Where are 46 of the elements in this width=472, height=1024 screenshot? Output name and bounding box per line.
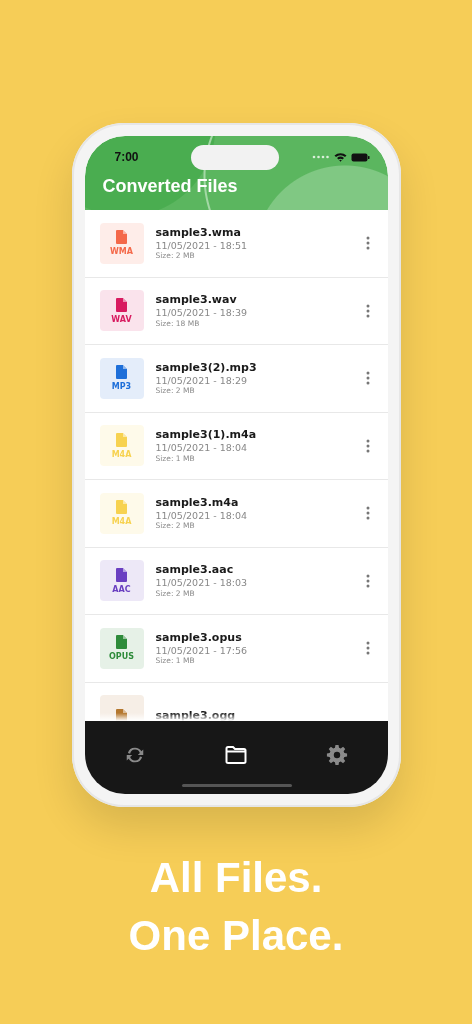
more-options-icon[interactable] bbox=[365, 438, 370, 453]
document-icon bbox=[116, 230, 127, 245]
document-icon bbox=[116, 567, 127, 582]
file-name: sample3(1).m4a bbox=[155, 428, 258, 442]
wifi-icon bbox=[333, 152, 347, 162]
more-options-icon[interactable] bbox=[365, 371, 370, 386]
document-icon bbox=[116, 365, 127, 380]
file-name: sample3.m4a bbox=[155, 495, 240, 510]
battery-icon bbox=[350, 152, 370, 162]
folder-icon[interactable] bbox=[225, 745, 247, 764]
format-label: OPUS bbox=[109, 652, 134, 662]
file-date: 11/05/2021 - 17:56 bbox=[155, 644, 249, 657]
format-label: WAV bbox=[111, 314, 132, 324]
file-date: 11/05/2021 - 18:39 bbox=[155, 307, 249, 319]
document-icon bbox=[116, 297, 127, 312]
file-date: 11/05/2021 - 18:51 bbox=[155, 239, 249, 252]
document-icon bbox=[116, 432, 127, 447]
file-name: sample3.wma bbox=[155, 225, 242, 240]
file-date: 11/05/2021 - 18:03 bbox=[155, 577, 249, 589]
more-options-icon[interactable] bbox=[365, 303, 370, 318]
format-label: M4A bbox=[111, 449, 132, 459]
more-options-icon[interactable] bbox=[365, 236, 370, 251]
format-label: M4A bbox=[111, 517, 132, 527]
more-options-icon[interactable] bbox=[365, 641, 370, 656]
headline-text: One Place. bbox=[128, 911, 344, 961]
status-time: 7:00 bbox=[114, 150, 139, 164]
format-label: MP3 bbox=[111, 382, 132, 392]
format-label: WMA bbox=[110, 247, 133, 257]
file-name: sample3(2).mp3 bbox=[155, 360, 258, 375]
document-icon bbox=[116, 635, 127, 650]
more-options-icon[interactable] bbox=[365, 506, 370, 521]
file-name: sample3.opus bbox=[155, 630, 243, 645]
more-options-icon[interactable] bbox=[365, 573, 370, 588]
screen-title: Converted Files bbox=[102, 176, 239, 197]
file-date: 11/05/2021 - 18:04 bbox=[155, 509, 249, 522]
headline-text: All Files. bbox=[149, 853, 323, 903]
file-name: sample3.wav bbox=[155, 293, 238, 307]
format-label: AAC bbox=[112, 584, 131, 594]
document-icon bbox=[116, 708, 127, 721]
signal-icon bbox=[311, 155, 330, 159]
file-date: 11/05/2021 - 18:04 bbox=[155, 442, 249, 454]
settings-icon[interactable] bbox=[326, 743, 348, 766]
file-name: sample3.ogg bbox=[155, 708, 237, 721]
file-date: 11/05/2021 - 18:29 bbox=[155, 374, 249, 387]
document-icon bbox=[116, 500, 127, 515]
file-name: sample3.aac bbox=[155, 563, 235, 577]
